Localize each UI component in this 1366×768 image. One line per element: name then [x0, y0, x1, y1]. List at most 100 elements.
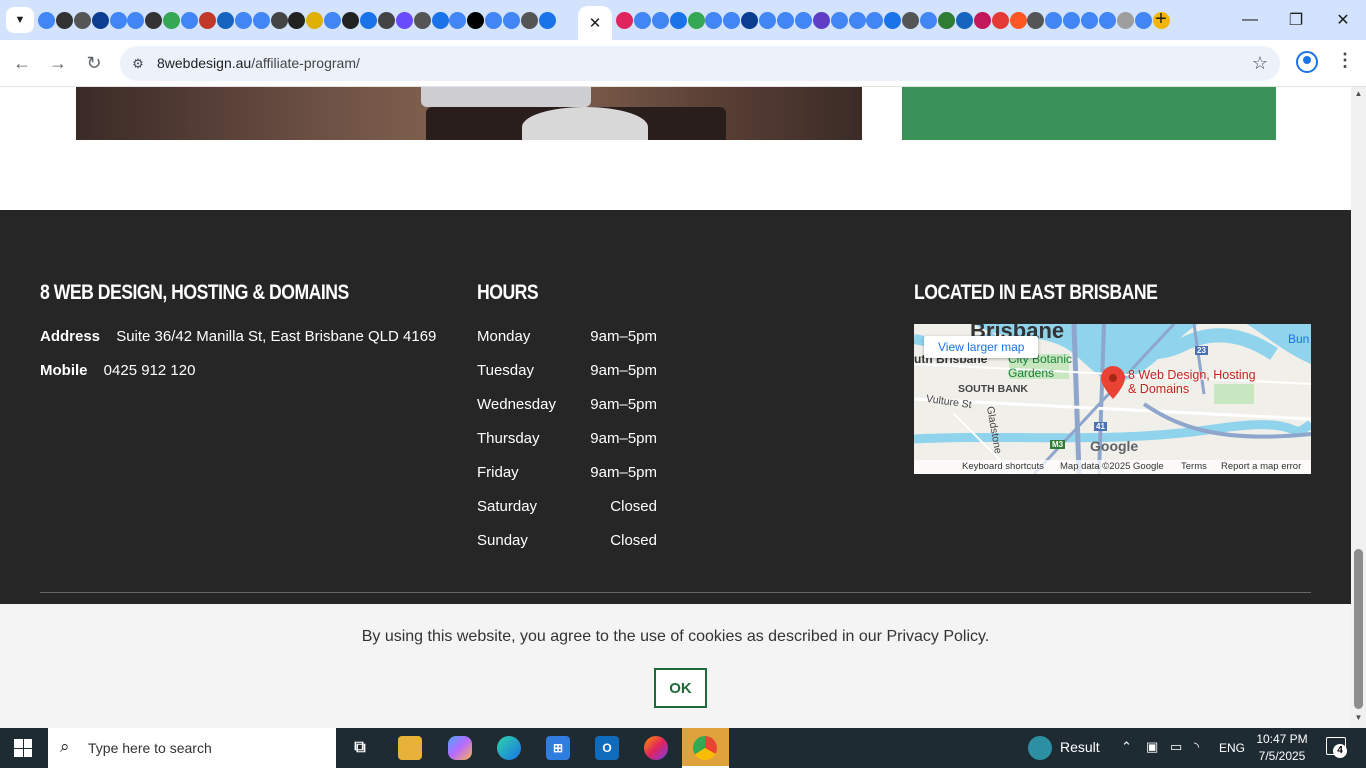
tab-favicon-icon[interactable] — [1009, 11, 1027, 29]
tab-favicon-icon[interactable] — [145, 11, 163, 29]
new-tab-button[interactable]: + — [1150, 8, 1172, 30]
tab-search-button[interactable]: ▼ — [6, 7, 34, 33]
weather-icon[interactable] — [1028, 736, 1052, 760]
tab-favicon-icon[interactable] — [687, 11, 705, 29]
url-text[interactable]: 8webdesign.au/affiliate-program/ — [157, 55, 360, 71]
tab-favicon-icon[interactable] — [395, 11, 413, 29]
address-bar[interactable]: ⚙ 8webdesign.au/affiliate-program/ ☆ — [120, 46, 1280, 81]
battery-icon[interactable]: ▭ — [1170, 739, 1182, 755]
tab-favicon-icon[interactable] — [342, 11, 360, 29]
tab-favicon-icon[interactable] — [55, 11, 73, 29]
store-icon[interactable]: ⊞ — [546, 736, 570, 760]
taskbar-clock[interactable]: 10:47 PM 7/5/2025 — [1252, 731, 1312, 765]
tab-favicon-icon[interactable] — [216, 11, 234, 29]
tab-favicon-icon[interactable] — [1045, 11, 1063, 29]
meet-icon[interactable]: ▣ — [1146, 739, 1158, 755]
google-map[interactable]: Brisbane uth Brisbane City Botanic Garde… — [914, 324, 1311, 474]
active-tab[interactable]: ✕ — [578, 6, 612, 40]
language-indicator[interactable]: ENG — [1219, 741, 1245, 755]
tab-favicon-icon[interactable] — [270, 11, 288, 29]
task-view-icon[interactable]: ⧉ — [348, 736, 372, 760]
view-larger-map-link[interactable]: View larger map — [924, 336, 1039, 358]
tab-favicon-icon[interactable] — [73, 11, 91, 29]
edge-icon[interactable] — [497, 736, 521, 760]
tab-favicon-icon[interactable] — [616, 11, 633, 29]
tab-favicon-icon[interactable] — [794, 11, 812, 29]
scroll-down-icon[interactable]: ▼ — [1353, 713, 1364, 723]
tab-favicon-icon[interactable] — [431, 11, 449, 29]
tab-favicon-icon[interactable] — [1099, 11, 1117, 29]
tab-favicon-icon[interactable] — [812, 11, 830, 29]
tab-favicon-icon[interactable] — [759, 11, 777, 29]
tab-favicon-icon[interactable] — [777, 11, 795, 29]
tab-favicon-icon[interactable] — [884, 11, 902, 29]
tab-favicon-icon[interactable] — [1116, 11, 1134, 29]
tab-favicon-icon[interactable] — [1081, 11, 1099, 29]
scroll-thumb[interactable] — [1354, 549, 1363, 709]
close-icon[interactable]: ✕ — [589, 14, 602, 32]
page-scrollbar[interactable]: ▲ ▼ — [1351, 87, 1366, 728]
tab-favicon-icon[interactable] — [252, 11, 270, 29]
tab-favicon-icon[interactable] — [234, 11, 252, 29]
tab-favicon-icon[interactable] — [902, 11, 920, 29]
tab-favicon-icon[interactable] — [324, 11, 342, 29]
tab-favicon-icon[interactable] — [521, 11, 539, 29]
tab-favicon-icon[interactable] — [109, 11, 127, 29]
report-map-error-link[interactable]: Report a map error — [1221, 461, 1301, 472]
cookie-ok-button[interactable]: OK — [654, 668, 707, 708]
bookmark-star-icon[interactable]: ☆ — [1252, 53, 1268, 74]
profile-icon[interactable] — [1296, 51, 1318, 73]
weather-label[interactable]: Result — [1060, 739, 1100, 755]
forward-button[interactable]: → — [46, 51, 70, 75]
minimize-icon[interactable]: — — [1238, 8, 1262, 32]
tab-favicon-icon[interactable] — [413, 11, 431, 29]
keyboard-shortcuts-link[interactable]: Keyboard shortcuts — [962, 461, 1044, 472]
tab-favicon-icon[interactable] — [633, 11, 651, 29]
reload-button[interactable]: ↻ — [82, 51, 106, 75]
map-pin-label[interactable]: 8 Web Design, Hosting & Domains — [1128, 368, 1258, 396]
wifi-icon[interactable]: ◝ — [1194, 739, 1199, 755]
tab-favicon-icon[interactable] — [848, 11, 866, 29]
close-window-icon[interactable]: ✕ — [1331, 8, 1355, 32]
site-info-icon[interactable]: ⚙ — [128, 54, 148, 74]
file-explorer-icon[interactable] — [398, 736, 422, 760]
tab-favicon-icon[interactable] — [503, 11, 521, 29]
terms-link[interactable]: Terms — [1181, 461, 1207, 472]
tab-favicon-icon[interactable] — [991, 11, 1009, 29]
tab-favicon-icon[interactable] — [449, 11, 467, 29]
tab-favicon-icon[interactable] — [181, 11, 199, 29]
taskbar-search-box[interactable]: ⌕ Type here to search — [48, 728, 336, 768]
tab-favicon-icon[interactable] — [973, 11, 991, 29]
tab-favicon-icon[interactable] — [538, 11, 556, 29]
tab-favicon-icon[interactable] — [955, 11, 973, 29]
tab-favicon-icon[interactable] — [741, 11, 759, 29]
tab-favicon-icon[interactable] — [1063, 11, 1081, 29]
tab-favicon-icon[interactable] — [723, 11, 741, 29]
tab-favicon-icon[interactable] — [485, 11, 503, 29]
tab-favicon-icon[interactable] — [938, 11, 956, 29]
tab-favicon-icon[interactable] — [669, 11, 687, 29]
windows-start-icon[interactable] — [14, 739, 32, 757]
chevron-up-icon[interactable]: ⌃ — [1121, 739, 1132, 755]
tab-favicon-icon[interactable] — [651, 11, 669, 29]
tab-favicon-icon[interactable] — [1027, 11, 1045, 29]
tab-favicon-icon[interactable] — [377, 11, 395, 29]
tab-favicon-icon[interactable] — [163, 11, 181, 29]
scroll-up-icon[interactable]: ▲ — [1353, 89, 1364, 99]
tab-favicon-icon[interactable] — [38, 11, 55, 29]
tab-favicon-icon[interactable] — [467, 11, 485, 29]
tab-favicon-icon[interactable] — [705, 11, 723, 29]
firefox-icon[interactable] — [644, 736, 668, 760]
chrome-icon[interactable] — [693, 736, 717, 760]
back-button[interactable]: ← — [10, 51, 34, 75]
tab-favicon-icon[interactable] — [199, 11, 217, 29]
tab-favicon-icon[interactable] — [91, 11, 109, 29]
tab-favicon-icon[interactable] — [306, 11, 324, 29]
restore-icon[interactable]: ❐ — [1284, 8, 1308, 32]
copilot-icon[interactable] — [448, 736, 472, 760]
outlook-icon[interactable]: O — [595, 736, 619, 760]
more-menu-icon[interactable]: ⋮ — [1336, 50, 1354, 71]
tab-favicon-icon[interactable] — [127, 11, 145, 29]
tab-favicon-icon[interactable] — [288, 11, 306, 29]
tab-favicon-icon[interactable] — [830, 11, 848, 29]
